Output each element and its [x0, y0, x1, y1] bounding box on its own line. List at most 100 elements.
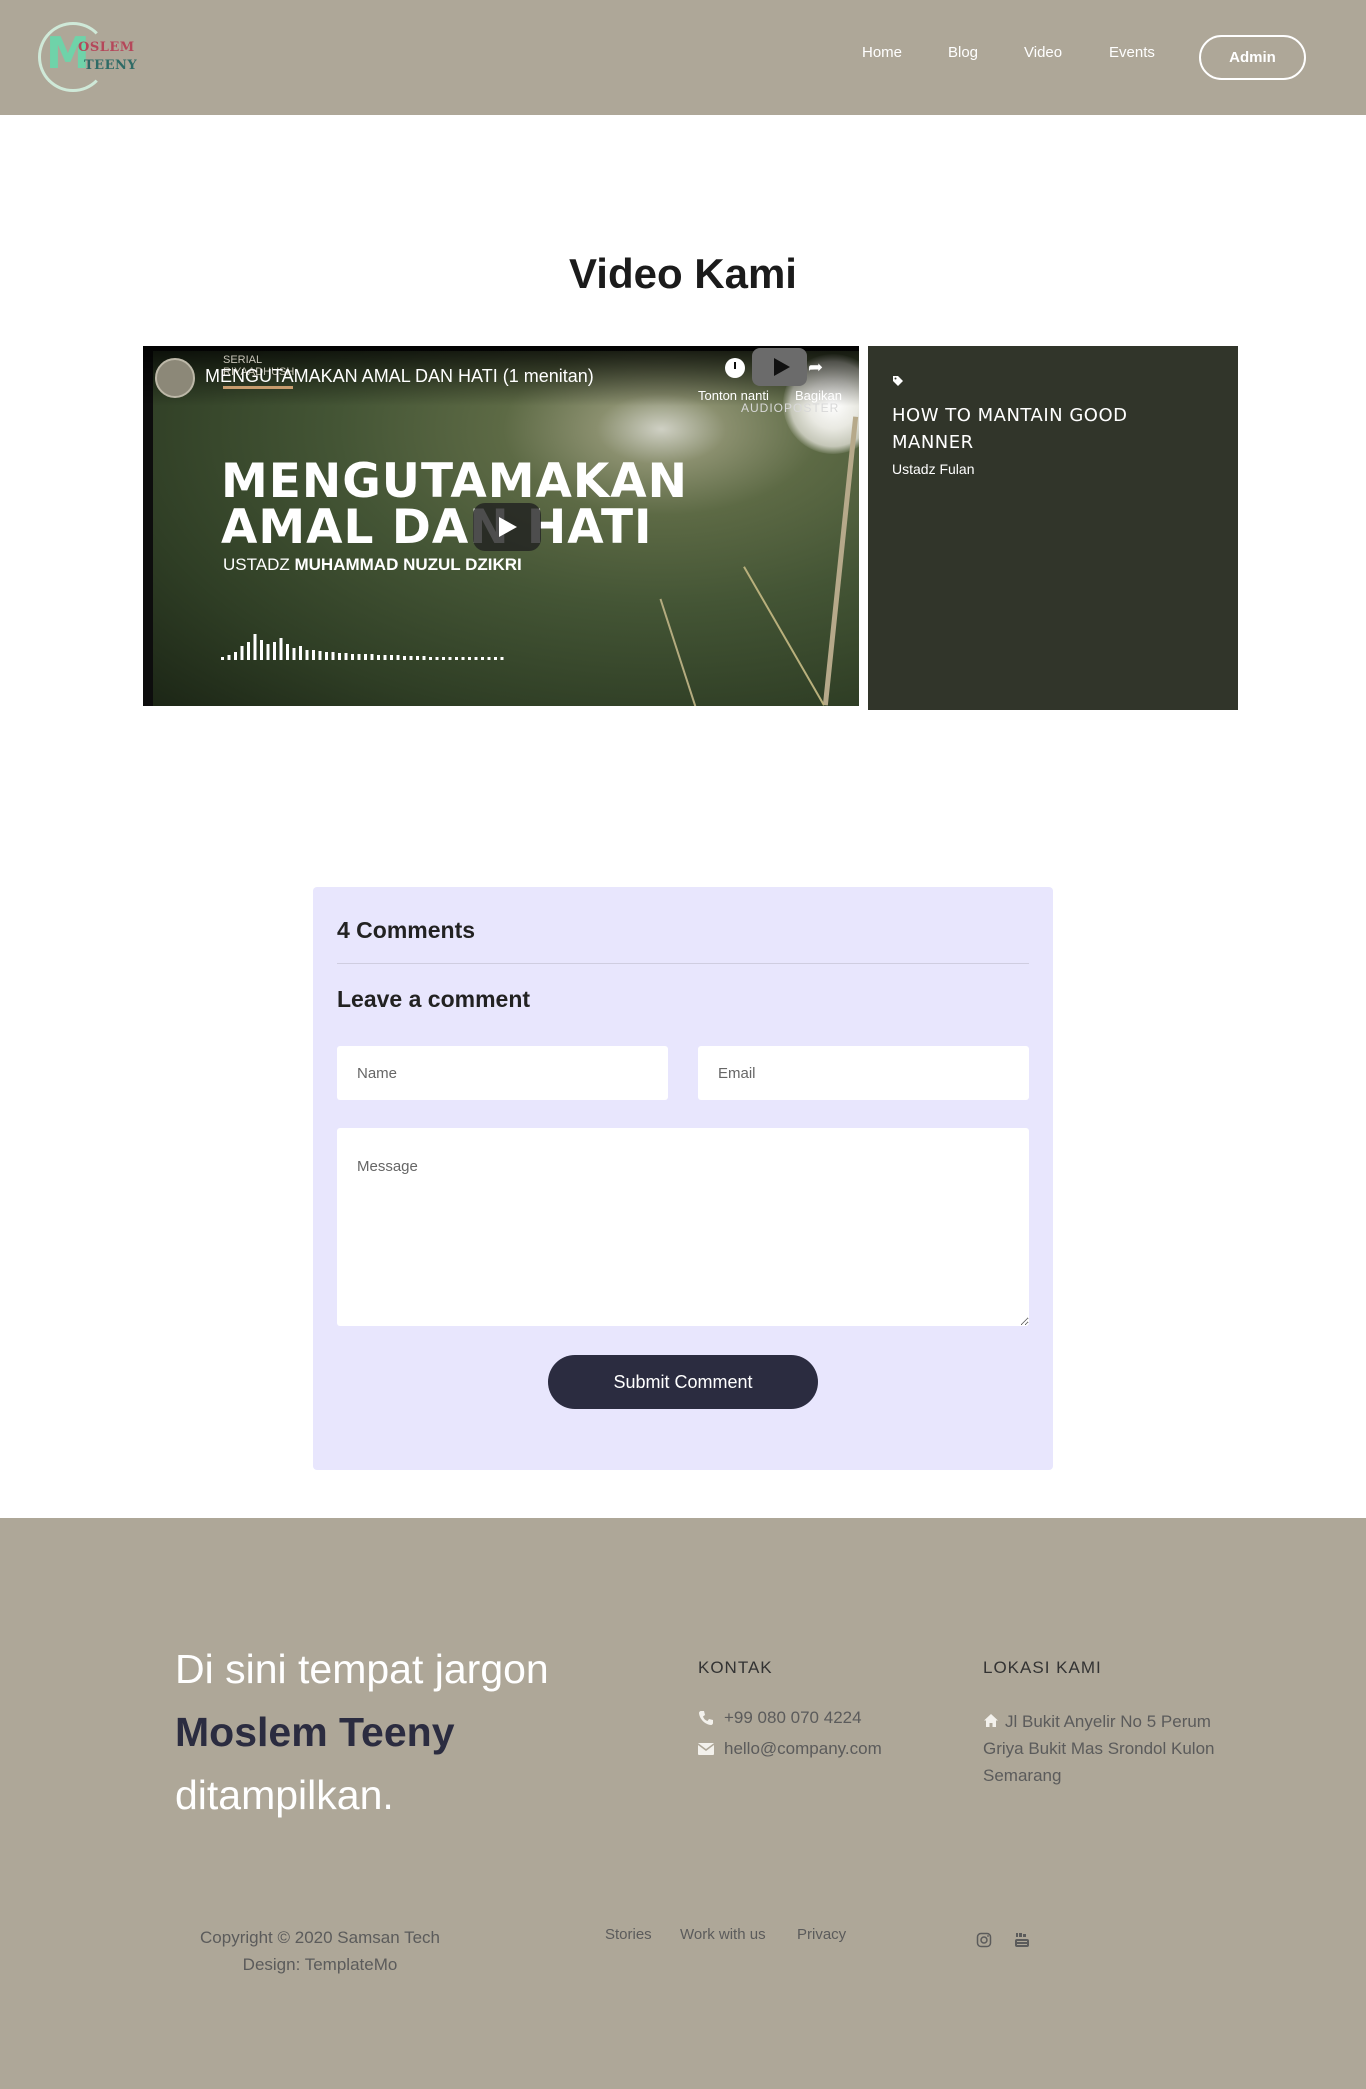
lokasi-heading: LOKASI KAMI	[983, 1658, 1102, 1677]
address-text: Jl Bukit Anyelir No 5 Perum Griya Bukit …	[983, 1712, 1215, 1785]
comments-count: 4 Comments	[337, 917, 476, 943]
waveform-bar	[247, 642, 250, 660]
nav-home[interactable]: Home	[862, 44, 902, 61]
contact-phone[interactable]: +99 080 070 4224	[698, 1708, 862, 1728]
logo-line1: OSLEM	[78, 40, 135, 55]
waveform-bar	[286, 644, 289, 660]
video-title-line2: AMAL DAN HATI	[221, 500, 653, 555]
footer-link-privacy[interactable]: Privacy	[797, 1926, 846, 1943]
waveform-bar	[377, 655, 380, 660]
nav-events[interactable]: Events	[1109, 44, 1155, 61]
waveform-bar	[429, 657, 432, 660]
waveform-bar	[234, 652, 237, 660]
speaker-name: MUHAMMAD NUZUL DZIKRI	[294, 555, 522, 574]
comments-section: 4 Comments Leave a comment Submit Commen…	[313, 887, 1053, 1470]
audioposter-label: AUDIOPOSTER	[741, 401, 840, 415]
video-info-panel: HOW TO MANTAIN GOOD MANNER Ustadz Fulan	[868, 346, 1238, 710]
leave-comment-title: Leave a comment	[337, 986, 531, 1012]
share-icon[interactable]: ➦	[808, 358, 830, 378]
waveform-bar	[409, 656, 413, 660]
video-info-author: Ustadz Fulan	[892, 461, 975, 477]
waveform-bar	[396, 655, 400, 660]
admin-button[interactable]: Admin	[1199, 35, 1306, 80]
copyright-line1: Copyright © 2020 Samsan Tech	[200, 1928, 440, 1947]
waveform-bar	[481, 657, 484, 660]
home-icon	[984, 1714, 998, 1727]
footer-link-work-with-us[interactable]: Work with us	[680, 1926, 766, 1943]
copyright: Copyright © 2020 Samsan Tech Design: Tem…	[150, 1924, 490, 1978]
play-button[interactable]	[473, 503, 541, 551]
video-info-title[interactable]: HOW TO MANTAIN GOOD MANNER	[892, 402, 1192, 456]
waveform-bar	[487, 657, 491, 660]
waveform-bar	[260, 640, 263, 660]
tagline-brand: Moslem Teeny	[175, 1709, 455, 1755]
phone-icon	[699, 1711, 713, 1725]
waveform-bar	[494, 657, 497, 660]
waveform-bar	[221, 657, 224, 660]
youtube-logo-icon	[752, 348, 807, 386]
waveform-bar	[299, 646, 302, 660]
comments-divider	[337, 963, 1029, 964]
waveform-bar	[383, 655, 387, 660]
email-address: hello@company.com	[724, 1739, 882, 1758]
waveform-bar	[448, 657, 452, 660]
site-footer: Di sini tempat jargon Moslem Teeny ditam…	[0, 1518, 1366, 2089]
waveform-bar	[370, 654, 374, 660]
site-header: M OSLEM TEENY Home Blog Video Events Adm…	[0, 0, 1366, 115]
tagline-line1: Di sini tempat jargon	[175, 1646, 549, 1692]
waveform-bar	[253, 634, 257, 660]
waveform-bar	[331, 652, 335, 660]
video-caption[interactable]: MENGUTAMAKAN AMAL DAN HATI (1 menitan)	[205, 366, 594, 387]
phone-number: +99 080 070 4224	[724, 1708, 862, 1727]
clock-icon[interactable]	[725, 358, 745, 378]
envelope-icon	[698, 1743, 714, 1755]
waveform-bar	[357, 654, 361, 660]
waveform-bar	[325, 652, 328, 660]
waveform-bar	[351, 654, 354, 660]
logo-line2: TEENY	[84, 58, 138, 73]
youtube-icon[interactable]	[1014, 1932, 1030, 1948]
name-input[interactable]	[337, 1046, 668, 1100]
tagline-line3: ditampilkan.	[175, 1772, 394, 1818]
waveform-bar	[318, 651, 322, 660]
video-player[interactable]: SERIAL RIYAADHUSH MENGUTAMAKAN AMAL DAN …	[143, 346, 859, 706]
waveform-bar	[364, 654, 367, 660]
submit-comment-button[interactable]: Submit Comment	[548, 1355, 818, 1409]
waveform-bar	[435, 657, 439, 660]
footer-link-stories[interactable]: Stories	[605, 1926, 652, 1943]
video-speaker: USTADZ MUHAMMAD NUZUL DZIKRI	[223, 555, 522, 575]
email-input[interactable]	[698, 1046, 1029, 1100]
serial-line1: SERIAL	[223, 354, 263, 366]
waveform-bar	[312, 650, 315, 660]
section-title: Video Kami	[569, 250, 797, 297]
waveform-bar	[305, 650, 309, 660]
speaker-prefix: USTADZ	[223, 555, 290, 574]
waveform-bar	[468, 657, 471, 660]
address: Jl Bukit Anyelir No 5 Perum Griya Bukit …	[983, 1708, 1243, 1789]
contact-email[interactable]: hello@company.com	[698, 1739, 882, 1759]
waveform-bar	[422, 656, 426, 660]
tag-icon	[893, 376, 903, 386]
video-title-overlay: MENGUTAMAKAN AMAL DAN HATI	[221, 454, 689, 555]
waveform-bar	[338, 653, 341, 660]
nav-blog[interactable]: Blog	[948, 44, 978, 61]
message-textarea[interactable]	[337, 1128, 1029, 1326]
waveform-bar	[273, 642, 276, 660]
waveform-bar	[442, 657, 445, 660]
waveform-bar	[500, 657, 504, 660]
waveform-bar	[390, 655, 393, 660]
audio-waveform-icon	[221, 634, 504, 660]
video-title-line1: MENGUTAMAKAN	[221, 454, 689, 509]
waveform-bar	[455, 657, 458, 660]
waveform-bar	[227, 655, 231, 660]
kontak-heading: KONTAK	[698, 1658, 773, 1677]
site-logo[interactable]: M OSLEM TEENY	[38, 22, 137, 92]
instagram-icon[interactable]	[976, 1932, 992, 1948]
waveform-bar	[461, 657, 465, 660]
nav-video[interactable]: Video	[1024, 44, 1062, 61]
waveform-bar	[266, 644, 270, 660]
waveform-bar	[344, 653, 348, 660]
copyright-line2: Design: TemplateMo	[242, 1955, 398, 1974]
waveform-bar	[240, 646, 244, 660]
channel-avatar[interactable]	[155, 358, 195, 398]
